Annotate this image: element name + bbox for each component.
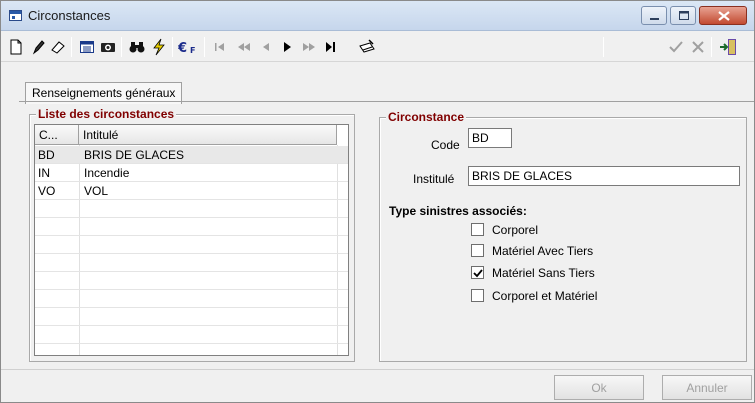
ok-button[interactable]: Ok (554, 375, 644, 400)
next-page-icon[interactable] (300, 38, 318, 56)
edit-pencil-icon[interactable] (29, 38, 47, 56)
toolbar-separator (172, 37, 173, 57)
row-label: VOL (84, 184, 109, 198)
print-preview-icon[interactable] (357, 38, 377, 56)
circonstances-window: Circonstances € F Renseignements générau… (0, 0, 755, 403)
column-header-code[interactable]: C... (35, 125, 79, 145)
first-record-icon[interactable] (211, 38, 229, 56)
checkbox-corporel-et-materiel[interactable] (471, 289, 484, 302)
toolbar-separator (603, 37, 604, 57)
checkmark-icon (473, 269, 483, 278)
binoculars-icon[interactable] (128, 38, 146, 56)
svg-text:F: F (190, 46, 195, 55)
intitule-label: Institulé (413, 172, 455, 186)
euro-icon[interactable]: € F (178, 38, 200, 56)
lightning-icon[interactable] (150, 38, 168, 56)
minimize-button[interactable] (641, 6, 667, 25)
annuler-button[interactable]: Annuler (662, 375, 752, 400)
toolbar: € F (1, 32, 754, 62)
toolbar-separator (711, 37, 712, 57)
row-label: Incendie (84, 166, 130, 180)
checkbox-label-corporel-et-materiel: Corporel et Matériel (492, 289, 598, 303)
empty-row (35, 326, 348, 344)
liste-group-title: Liste des circonstances (36, 107, 177, 121)
empty-row (35, 200, 348, 218)
type-sinistres-heading: Type sinistres associés: (389, 204, 527, 218)
empty-row (35, 272, 348, 290)
row-label: BRIS DE GLACES (84, 148, 185, 162)
validate-check-icon[interactable] (667, 38, 685, 56)
checkbox-materiel-avec-tiers[interactable] (471, 244, 484, 257)
calendar-icon[interactable] (78, 38, 96, 56)
table-row[interactable]: IN Incendie (35, 164, 348, 182)
window-app-icon (9, 10, 22, 21)
circonstance-group: Circonstance (379, 110, 747, 362)
checkbox-corporel[interactable] (471, 223, 484, 236)
svg-text:€: € (178, 41, 187, 56)
toolbar-separator (121, 37, 122, 57)
window-title: Circonstances (28, 8, 111, 23)
checkbox-materiel-sans-tiers[interactable] (471, 266, 484, 279)
eraser-icon[interactable] (49, 38, 67, 56)
prev-record-icon[interactable] (257, 38, 275, 56)
maximize-button[interactable] (670, 6, 696, 25)
row-code: VO (38, 184, 56, 198)
checkbox-label-materiel-avec-tiers: Matériel Avec Tiers (492, 244, 594, 258)
table-row[interactable]: BD BRIS DE GLACES (35, 146, 348, 164)
intitule-field[interactable]: BRIS DE GLACES (468, 166, 740, 186)
cancel-x-icon[interactable] (689, 38, 707, 56)
tab-label: Renseignements généraux (32, 86, 176, 100)
empty-row (35, 236, 348, 254)
checkbox-label-materiel-sans-tiers: Matériel Sans Tiers (492, 266, 595, 280)
close-button[interactable] (699, 6, 747, 25)
title-bar: Circonstances (1, 1, 754, 31)
code-field[interactable]: BD (468, 128, 512, 148)
code-label: Code (431, 138, 460, 152)
toolbar-separator (71, 37, 72, 57)
footer-bar: Ok Annuler (1, 369, 754, 403)
column-header-intitule[interactable]: Intitulé (79, 125, 337, 145)
checkbox-label-corporel: Corporel (492, 223, 539, 237)
camera-icon[interactable] (99, 38, 117, 56)
row-code: BD (38, 148, 55, 162)
circonstance-group-title: Circonstance (386, 110, 467, 124)
empty-row (35, 290, 348, 308)
exit-door-icon[interactable] (718, 38, 740, 56)
last-record-icon[interactable] (321, 38, 339, 56)
new-icon[interactable] (7, 38, 25, 56)
circonstances-list[interactable]: C... Intitulé BD BRIS DE GLACES IN Incen… (34, 124, 349, 356)
empty-row (35, 254, 348, 272)
empty-row (35, 308, 348, 326)
row-code: IN (38, 166, 50, 180)
next-record-icon[interactable] (278, 38, 296, 56)
table-row[interactable]: VO VOL (35, 182, 348, 200)
empty-row (35, 218, 348, 236)
prev-page-icon[interactable] (235, 38, 253, 56)
toolbar-separator (204, 37, 205, 57)
